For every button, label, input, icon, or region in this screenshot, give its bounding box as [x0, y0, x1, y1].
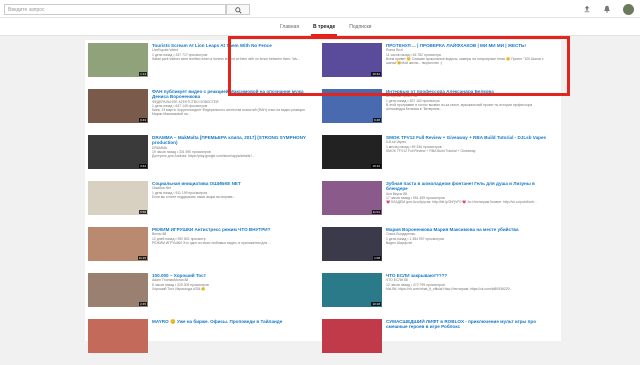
- video-thumbnail[interactable]: 0:43: [88, 89, 148, 123]
- video-thumbnail[interactable]: 3:42: [88, 135, 148, 169]
- tab-list: Главная В тренде Подписки: [278, 18, 373, 36]
- video-info: РЕЖИМ ИГРУШКИ Антистресс режим ЧТО ВНУТР…: [152, 227, 316, 245]
- search-input[interactable]: Введите запрос: [4, 4, 226, 15]
- video-description: РЕЖИМ ИГРУШКИ Это одно из моих любимых в…: [152, 240, 271, 245]
- duration-badge: 2:45: [139, 302, 147, 306]
- duration-badge: 0:43: [139, 118, 147, 122]
- video-description: Доступно для Android: https://play.googl…: [152, 154, 255, 159]
- video-thumbnail[interactable]: 5:58: [88, 181, 148, 215]
- upload-icon[interactable]: [583, 5, 591, 13]
- video-item[interactable]: 5:58 Социальная инициатива ОШИБКЕ NET Ошиб…: [88, 181, 318, 227]
- tab-0[interactable]: Главная: [278, 18, 301, 36]
- video-info: Мария Вороненкова Мария Максимова на мес…: [386, 227, 550, 245]
- video-thumbnail[interactable]: 1:14: [88, 43, 148, 77]
- video-info: DRAMMA – MakMalta [ПРЕМЬЕРА клипа, 2017]…: [152, 135, 316, 158]
- toolbar-icons: [583, 3, 634, 15]
- video-description: Хороший Тост Израсхода #334 😊: [152, 286, 206, 291]
- video-item[interactable]: 2:45 100.000 – Хороший Тост Adam ThomasMor…: [88, 273, 318, 319]
- video-description: Киев, 23 марта. Корреспондент Федерально…: [152, 108, 305, 117]
- video-description: Мы ВК: https://vk.com/what_if_official Н…: [386, 286, 513, 291]
- video-info: ЧТО ЕСЛИ закрывают???? ЧТО ЕСЛИ 88 12 часо…: [386, 273, 550, 291]
- video-thumbnail[interactable]: 11:15: [88, 227, 148, 261]
- tab-1[interactable]: В тренде: [311, 18, 338, 36]
- video-info: СУМАСШЕДШИЙ ЛИФТ в ROBLOX - приключение …: [386, 319, 550, 330]
- avatar[interactable]: [623, 3, 634, 15]
- video-title[interactable]: DRAMMA – MakMalta [ПРЕМЬЕРА клипа, 2017]…: [152, 135, 316, 146]
- search-button[interactable]: [226, 4, 250, 15]
- duration-badge: 19:10: [371, 164, 381, 168]
- video-title[interactable]: MAYRO 😊 Уже на бирже. Офисы. Проповеди в…: [152, 319, 316, 324]
- video-description: SMOK TFV12 Full Review + RBA Build Tutor…: [386, 148, 476, 153]
- video-title[interactable]: СУМАСШЕДШИЙ ЛИФТ в ROBLOX - приключение …: [386, 319, 550, 330]
- video-item[interactable]: MAYRO 😊 Уже на бирже. Офисы. Проповеди в…: [88, 319, 318, 365]
- video-thumbnail[interactable]: 1:08: [322, 227, 382, 261]
- duration-badge: 3:42: [139, 164, 147, 168]
- duration-badge: 10:18: [371, 302, 381, 306]
- video-description: 💗 КЛАДЕМ для Ася.Крутая: http://bit.ly/2…: [386, 200, 537, 205]
- video-title[interactable]: Зубная паста в шоколадном фонтане! Гель …: [386, 181, 550, 192]
- video-thumbnail[interactable]: 11:01: [322, 181, 382, 215]
- duration-badge: 6:48: [373, 118, 381, 122]
- duration-badge: 11:15: [137, 256, 147, 260]
- video-description: Если вы хотите поддержать наши акции вы …: [152, 194, 236, 199]
- duration-badge: 11:01: [371, 210, 381, 214]
- video-item[interactable]: 3:42 DRAMMA – MakMalta [ПРЕМЬЕРА клипа, 2…: [88, 135, 318, 181]
- video-info: 100.000 – Хороший Тост Adam ThomasMoran 8…: [152, 273, 316, 291]
- highlight-box: [228, 36, 570, 96]
- video-thumbnail[interactable]: 19:10: [322, 135, 382, 169]
- video-info: SMOK TFV12 Full Review + Giveaway + RBA …: [386, 135, 550, 153]
- video-title[interactable]: SMOK TFV12 Full Review + Giveaway + RBA …: [386, 135, 550, 140]
- video-info: MAYRO 😊 Уже на бирже. Офисы. Проповеди в…: [152, 319, 316, 324]
- video-item[interactable]: 1:08 Мария Вороненкова Мария Максимова на…: [322, 227, 552, 273]
- video-description: Видео Шарф.net: [386, 240, 413, 245]
- video-description: В этой программе в гостях вызвал из-за с…: [386, 102, 533, 112]
- search-icon: [235, 7, 242, 14]
- duration-badge: 5:58: [139, 210, 147, 214]
- duration-badge: 1:08: [373, 256, 381, 260]
- tab-2[interactable]: Подписки: [347, 18, 373, 36]
- video-item[interactable]: 19:10 SMOK TFV12 Full Review + Giveaway +…: [322, 135, 552, 181]
- bell-icon[interactable]: [603, 5, 611, 13]
- video-thumbnail[interactable]: [88, 319, 148, 353]
- nav-bar: Главная В тренде Подписки: [0, 18, 640, 36]
- video-thumbnail[interactable]: 2:45: [88, 273, 148, 307]
- video-item[interactable]: СУМАСШЕДШИЙ ЛИФТ в ROBLOX - приключение …: [322, 319, 552, 365]
- video-info: Зубная паста в шоколадном фонтане! Гель …: [386, 181, 550, 204]
- video-info: Социальная инициатива ОШИБКЕ NET Ошибка N…: [152, 181, 316, 199]
- video-item[interactable]: 10:18 ЧТО ЕСЛИ закрывают???? ЧТО ЕСЛИ 88 12…: [322, 273, 552, 319]
- video-item[interactable]: 11:15 РЕЖИМ ИГРУШКИ Антистресс режим ЧТО …: [88, 227, 318, 273]
- video-item[interactable]: 11:01 Зубная паста в шоколадном фонтане! …: [322, 181, 552, 227]
- top-bar: Введите запрос: [0, 0, 640, 18]
- video-thumbnail[interactable]: [322, 319, 382, 353]
- duration-badge: 1:14: [139, 72, 147, 76]
- video-thumbnail[interactable]: 10:18: [322, 273, 382, 307]
